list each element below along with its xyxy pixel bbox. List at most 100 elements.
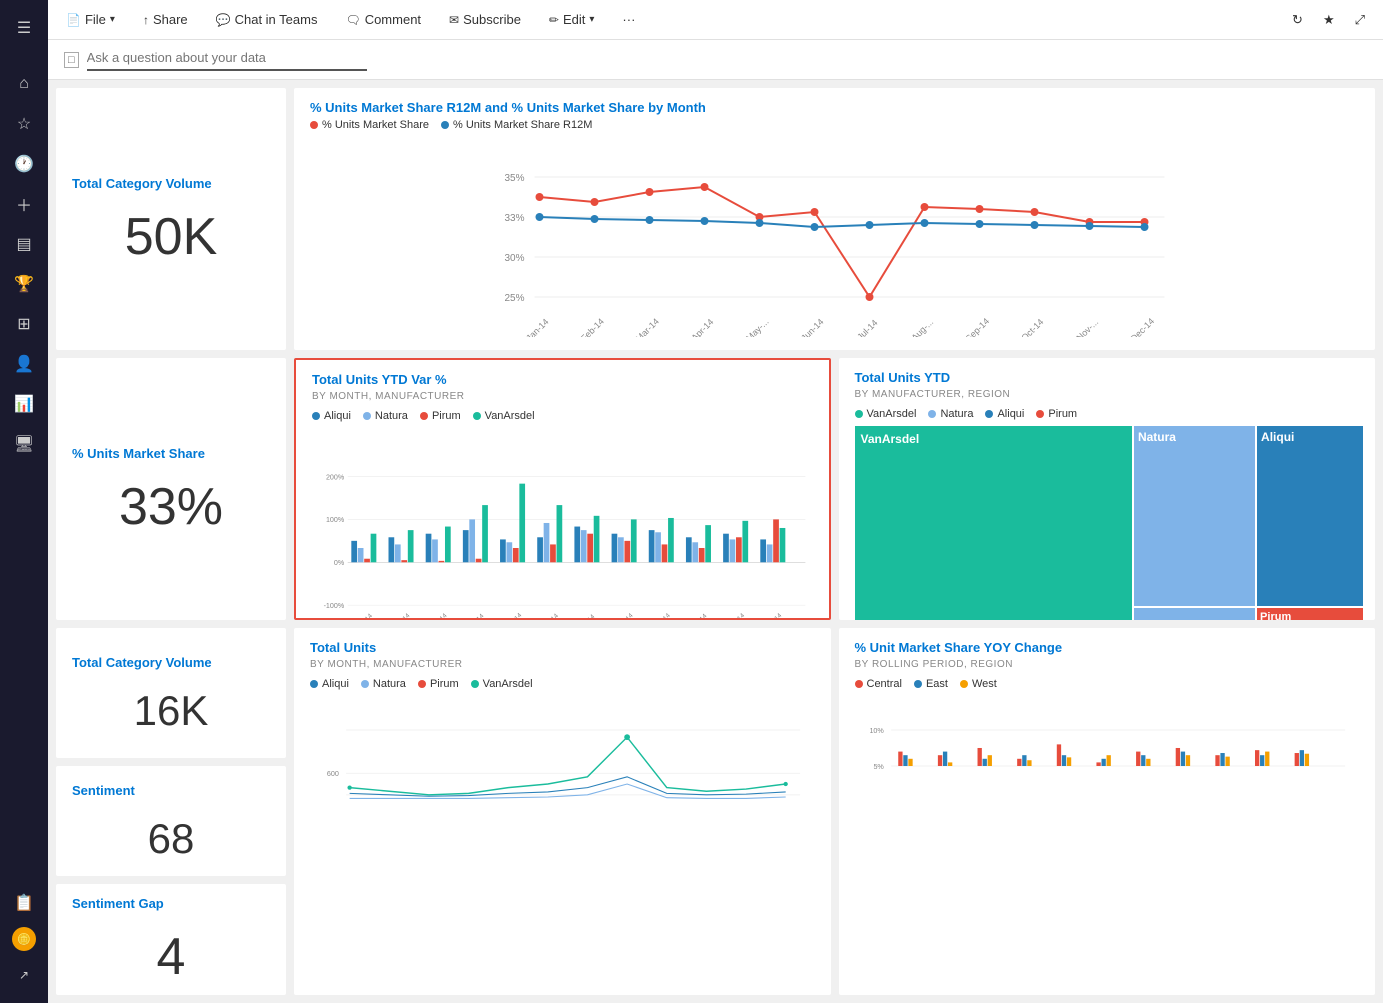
svg-text:May-14: May-14 [503,612,523,620]
legend-units-market-share: % Units Market Share [310,119,429,131]
svg-text:Nov-...: Nov-... [1074,317,1100,337]
units-month-legend: Aliqui Natura Pirum VanArsdel [310,678,815,690]
svg-text:Jul-14: Jul-14 [855,318,879,337]
svg-text:May-...: May-... [744,317,771,337]
more-label: ··· [622,12,635,27]
total-category-volume-value-1: 50K [72,211,270,263]
yoy-change-card: % Unit Market Share YOY Change BY ROLLIN… [839,628,1376,995]
yoy-legend: Central East West [855,678,1360,690]
sidebar-create[interactable]: ＋ [8,188,40,220]
legend-natura-m: Natura [361,678,406,690]
chat-button[interactable]: 💬 Chat in Teams [210,8,324,31]
legend-dot-natura-t [928,410,936,418]
more-button[interactable]: ··· [616,8,641,31]
sentiment-title: Sentiment [72,783,270,798]
total-category-volume-card-2: Total Category Volume 16K [56,628,286,758]
svg-text:30%: 30% [504,253,524,264]
line-chart-title: % Units Market Share R12M and % Units Ma… [310,100,1359,115]
star-button[interactable]: ★ [1317,8,1341,32]
comment-button[interactable]: 🗨 Comment [339,8,427,31]
sidebar-data[interactable]: ▤ [8,228,40,260]
svg-text:Dec-14: Dec-14 [1129,316,1157,337]
sidebar-goals[interactable]: 🏆 [8,268,40,300]
search-box-icon: □ [64,52,79,68]
sidebar-monitor[interactable]: 🖥 [8,428,40,460]
chat-icon: 💬 [216,13,231,27]
refresh-button[interactable]: ↻ [1286,8,1309,32]
total-units-month-card: Total Units BY MONTH, MANUFACTURER Aliqu… [294,628,831,995]
svg-text:Jun-14: Jun-14 [799,317,826,337]
sidebar-expand-arrow[interactable]: ↗ [8,959,40,991]
subscribe-button[interactable]: ✉ Subscribe [443,8,527,31]
sentiment-gap-title: Sentiment Gap [72,896,270,911]
svg-text:Oct-14: Oct-14 [1019,317,1045,337]
left-col-bottom: Total Category Volume 16K Sentiment 68 S… [56,628,286,995]
legend-dot-pirum [420,412,428,420]
legend-pirum-ytd: Pirum [420,410,461,422]
sidebar-coin[interactable]: 🪙 [12,927,36,951]
legend-east-yoy: East [914,678,948,690]
svg-text:Jun-14: Jun-14 [541,612,560,620]
comment-icon: 🗨 [345,13,360,27]
toolbar-right: ↻ ★ ⤢ [1286,8,1371,32]
svg-text:Oct-14: Oct-14 [690,612,709,620]
legend-label-red: % Units Market Share [322,119,429,131]
legend-central-yoy: Central [855,678,902,690]
edit-button[interactable]: ✏ Edit ▾ [543,8,601,31]
sidebar-learn[interactable]: 📋 [8,887,40,919]
total-units-ytd-title: Total Units YTD [855,370,1360,385]
subscribe-icon: ✉ [449,13,459,27]
file-label: File [85,12,106,27]
toolbar: 📄 File ▾ ↑ Share 💬 Chat in Teams 🗨 Comme… [48,0,1383,40]
search-input[interactable] [87,50,367,65]
svg-text:Jan-14: Jan-14 [355,612,374,620]
legend-label-vanarsdel: VanArsdel [485,410,535,422]
total-category-volume-title-1: Total Category Volume [72,176,270,191]
yoy-svg: 10% 5% [855,696,1360,836]
legend-aliqui-m: Aliqui [310,678,349,690]
svg-text:600: 600 [327,769,339,778]
legend-pirum-treemap: Pirum [1036,408,1077,420]
ytd-var-subtitle: BY MONTH, MANUFACTURER [312,391,813,402]
treemap-vanarsdel-label: VanArsdel [861,432,1126,446]
legend-label-blue: % Units Market Share R12M [453,119,592,131]
legend-label-natura: Natura [375,410,408,422]
line-chart-card: % Units Market Share R12M and % Units Ma… [294,88,1375,350]
units-month-svg: 600 [310,696,815,836]
legend-dot-blue [441,121,449,129]
line-chart-legend: % Units Market Share % Units Market Shar… [310,119,1359,131]
treemap-natura: Natura [1134,426,1255,606]
legend-units-r12m: % Units Market Share R12M [441,119,592,131]
file-button[interactable]: 📄 File ▾ [60,8,121,31]
sidebar-apps[interactable]: ⊞ [8,308,40,340]
expand-button[interactable]: ⤢ [1349,8,1371,32]
sidebar-hamburger[interactable]: ☰ [8,12,40,44]
sidebar-metrics[interactable]: 📊 [8,388,40,420]
total-units-ytd-card: Total Units YTD BY MANUFACTURER, REGION … [839,358,1376,620]
dashboard: Total Category Volume 50K % Units Market… [48,80,1383,1003]
edit-icon: ✏ [549,13,559,27]
sentiment-gap-value: 4 [72,931,270,983]
sidebar: ☰ ⌂ ☆ 🕐 ＋ ▤ 🏆 ⊞ 👤 📊 🖥 📋 🪙 ↗ [0,0,48,1003]
ytd-treemap-legend: VanArsdel Natura Aliqui Pirum [855,408,1360,420]
legend-dot-vanarsdel-t [855,410,863,418]
treemap-vanarsdel: VanArsdel Central [855,426,1132,620]
treemap-natura-bottom: Central [1134,608,1255,620]
legend-dot-aliqui [312,412,320,420]
legend-natura-ytd: Natura [363,410,408,422]
svg-text:Dec-14: Dec-14 [764,612,784,620]
legend-label-natura-t: Natura [940,408,973,420]
share-button[interactable]: ↑ Share [137,8,194,31]
svg-text:Apr-14: Apr-14 [467,612,486,620]
treemap-grid: VanArsdel Central Natura Aliqui Central [855,426,1360,620]
legend-vanarsdel-m: VanArsdel [471,678,533,690]
refresh-icon: ↻ [1292,12,1303,28]
sidebar-recent[interactable]: 🕐 [8,148,40,180]
ytd-var-svg: 200% 100% 0% -100% [312,428,813,620]
svg-text:25%: 25% [504,293,524,304]
svg-text:10%: 10% [869,726,884,735]
sidebar-people[interactable]: 👤 [8,348,40,380]
sidebar-favorites[interactable]: ☆ [8,108,40,140]
sidebar-home[interactable]: ⌂ [8,68,40,100]
treemap-aliqui-label: Aliqui [1261,430,1359,444]
